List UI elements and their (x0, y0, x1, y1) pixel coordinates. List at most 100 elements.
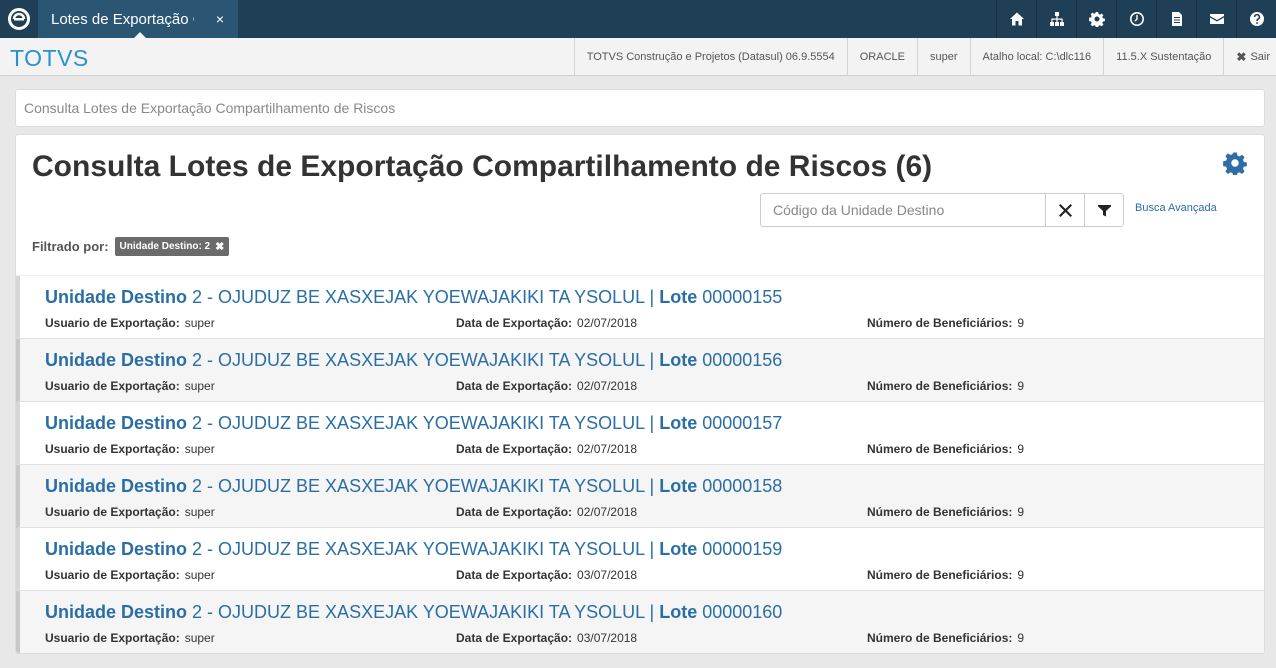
list-item[interactable]: Unidade Destino 2 - OJUDUZ BE XASXEJAK Y… (16, 339, 1264, 402)
lot-label: Lote (659, 350, 698, 370)
beneficiaries-label: Número de Beneficiários: (867, 442, 1013, 456)
lot-label: Lote (659, 413, 698, 433)
lot-number: 00000160 (702, 602, 783, 622)
unit-code: 2 (192, 476, 203, 496)
unit-name: OJUDUZ BE XASXEJAK YOEWAJAKIKI TA YSOLUL (218, 602, 645, 622)
lot-number: 00000157 (702, 413, 783, 433)
export-date-label: Data de Exportação: (456, 316, 573, 330)
unit-label: Unidade Destino (45, 539, 188, 559)
export-user-label: Usuario de Exportação: (45, 631, 180, 645)
close-icon: ✖ (1236, 50, 1247, 64)
export-user-value: super (184, 505, 215, 519)
breadcrumb: Consulta Lotes de Exportação Compartilha… (15, 89, 1265, 127)
logout-button[interactable]: ✖ Sair (1223, 38, 1276, 76)
brand-logo: TOTVS (10, 45, 89, 71)
list-item[interactable]: Unidade Destino 2 - OJUDUZ BE XASXEJAK Y… (16, 528, 1264, 591)
totvs-logo-icon[interactable] (0, 0, 38, 38)
export-date: Data de Exportação: 02/07/2018 (456, 442, 637, 456)
export-date-label: Data de Exportação: (456, 505, 573, 519)
item-title[interactable]: Unidade Destino 2 - OJUDUZ BE XASXEJAK Y… (45, 476, 782, 497)
filter-tag-label: Unidade Destino: 2 (119, 241, 211, 252)
home-icon[interactable] (996, 0, 1036, 38)
export-date: Data de Exportação: 02/07/2018 (456, 379, 637, 393)
list-item[interactable]: Unidade Destino 2 - OJUDUZ BE XASXEJAK Y… (16, 465, 1264, 528)
lot-label: Lote (659, 602, 698, 622)
list-item[interactable]: Unidade Destino 2 - OJUDUZ BE XASXEJAK Y… (16, 276, 1264, 339)
export-user-label: Usuario de Exportação: (45, 568, 180, 582)
export-date: Data de Exportação: 02/07/2018 (456, 316, 637, 330)
export-date-value: 02/07/2018 (577, 316, 638, 330)
beneficiaries: Número de Beneficiários: 9 (867, 505, 1024, 519)
unit-code: 2 (192, 350, 203, 370)
unit-name: OJUDUZ BE XASXEJAK YOEWAJAKIKI TA YSOLUL (218, 413, 645, 433)
beneficiaries: Número de Beneficiários: 9 (867, 568, 1024, 582)
search-box (760, 193, 1124, 227)
export-user-label: Usuario de Exportação: (45, 442, 180, 456)
lot-number: 00000158 (702, 476, 783, 496)
export-date-label: Data de Exportação: (456, 568, 573, 582)
item-title[interactable]: Unidade Destino 2 - OJUDUZ BE XASXEJAK Y… (45, 287, 782, 308)
unit-name: OJUDUZ BE XASXEJAK YOEWAJAKIKI TA YSOLUL (218, 287, 645, 307)
beneficiaries-value: 9 (1017, 631, 1025, 645)
beneficiaries: Número de Beneficiários: 9 (867, 442, 1024, 456)
filter-button[interactable] (1084, 194, 1123, 226)
lot-number: 00000156 (702, 350, 783, 370)
export-date-value: 03/07/2018 (577, 568, 638, 582)
beneficiaries-label: Número de Beneficiários: (867, 505, 1013, 519)
filter-row: Filtrado por: Unidade Destino: 2 ✖ (32, 237, 230, 256)
list-item[interactable]: Unidade Destino 2 - OJUDUZ BE XASXEJAK Y… (16, 591, 1264, 653)
tab-lotes-exportacao[interactable]: Lotes de Exportação Compartilhamento de … (38, 0, 238, 38)
export-date-value: 03/07/2018 (577, 631, 638, 645)
unit-code: 2 (192, 539, 203, 559)
document-icon[interactable] (1156, 0, 1196, 38)
beneficiaries-value: 9 (1017, 316, 1025, 330)
export-date: Data de Exportação: 03/07/2018 (456, 631, 637, 645)
filter-icon (1097, 204, 1111, 216)
unit-code: 2 (192, 413, 203, 433)
user-info: super (917, 38, 970, 76)
item-title[interactable]: Unidade Destino 2 - OJUDUZ BE XASXEJAK Y… (45, 539, 782, 560)
export-date-value: 02/07/2018 (577, 442, 638, 456)
advanced-search-link[interactable]: Busca Avançada (1135, 202, 1217, 214)
unit-label: Unidade Destino (45, 602, 188, 622)
mail-icon[interactable] (1196, 0, 1236, 38)
remove-filter-icon[interactable]: ✖ (215, 240, 224, 253)
unit-label: Unidade Destino (45, 287, 188, 307)
logout-label: Sair (1250, 51, 1270, 63)
lot-label: Lote (659, 476, 698, 496)
help-icon[interactable] (1236, 0, 1276, 38)
filter-tag[interactable]: Unidade Destino: 2 ✖ (114, 237, 230, 256)
beneficiaries-label: Número de Beneficiários: (867, 316, 1013, 330)
tab-label: Lotes de Exportação Compartilhamento de … (51, 10, 194, 28)
beneficiaries-value: 9 (1017, 505, 1025, 519)
export-date: Data de Exportação: 03/07/2018 (456, 568, 637, 582)
clock-icon[interactable] (1116, 0, 1156, 38)
export-date-label: Data de Exportação: (456, 379, 573, 393)
lot-label: Lote (659, 287, 698, 307)
tab-close-icon[interactable]: × (216, 11, 224, 27)
item-title[interactable]: Unidade Destino 2 - OJUDUZ BE XASXEJAK Y… (45, 602, 782, 623)
export-date-label: Data de Exportação: (456, 631, 573, 645)
clear-search-button[interactable] (1045, 194, 1084, 226)
item-title[interactable]: Unidade Destino 2 - OJUDUZ BE XASXEJAK Y… (45, 350, 782, 371)
list-item[interactable]: Unidade Destino 2 - OJUDUZ BE XASXEJAK Y… (16, 402, 1264, 465)
export-date-label: Data de Exportação: (456, 442, 573, 456)
unit-code: 2 (192, 287, 203, 307)
unit-code: 2 (192, 602, 203, 622)
export-user: Usuario de Exportação: super (45, 631, 215, 645)
beneficiaries: Número de Beneficiários: 9 (867, 631, 1024, 645)
export-user-value: super (184, 442, 215, 456)
product-info: TOTVS Construção e Projetos (Datasul) 06… (573, 38, 847, 76)
top-icon-group (996, 0, 1276, 38)
sitemap-icon[interactable] (1036, 0, 1076, 38)
results-list: Unidade Destino 2 - OJUDUZ BE XASXEJAK Y… (16, 275, 1264, 653)
unit-label: Unidade Destino (45, 413, 188, 433)
lot-number: 00000159 (702, 539, 783, 559)
export-date: Data de Exportação: 02/07/2018 (456, 505, 637, 519)
database-info: ORACLE (846, 38, 917, 76)
gear-icon[interactable] (1076, 0, 1116, 38)
settings-gear-icon[interactable] (1223, 151, 1247, 177)
export-user: Usuario de Exportação: super (45, 442, 215, 456)
item-title[interactable]: Unidade Destino 2 - OJUDUZ BE XASXEJAK Y… (45, 413, 782, 434)
search-input[interactable] (761, 194, 1045, 226)
